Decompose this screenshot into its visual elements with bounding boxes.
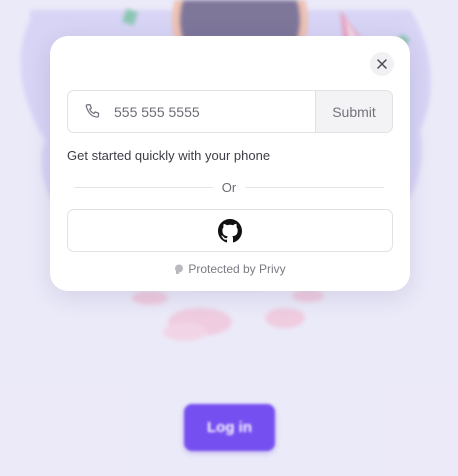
or-divider: Or	[74, 179, 385, 195]
divider-line-right	[245, 186, 385, 188]
github-login-button[interactable]	[67, 209, 393, 252]
privy-logo-icon	[175, 264, 184, 274]
github-icon	[218, 218, 242, 242]
protected-by-footer: Protected by Privy	[50, 262, 410, 276]
login-button[interactable]: Log in	[184, 404, 275, 451]
submit-button[interactable]: Submit	[315, 91, 392, 132]
close-button[interactable]	[370, 52, 394, 76]
phone-input-group: Submit	[67, 90, 393, 133]
protected-by-text: Protected by Privy	[188, 262, 286, 276]
phone-number-input[interactable]	[112, 91, 315, 132]
phone-helper-text: Get started quickly with your phone	[67, 148, 271, 163]
login-modal: Submit Get started quickly with your pho…	[50, 36, 410, 291]
divider-line-left	[74, 186, 213, 188]
phone-icon	[68, 91, 112, 132]
divider-label: Or	[221, 179, 237, 195]
close-icon	[377, 59, 387, 69]
